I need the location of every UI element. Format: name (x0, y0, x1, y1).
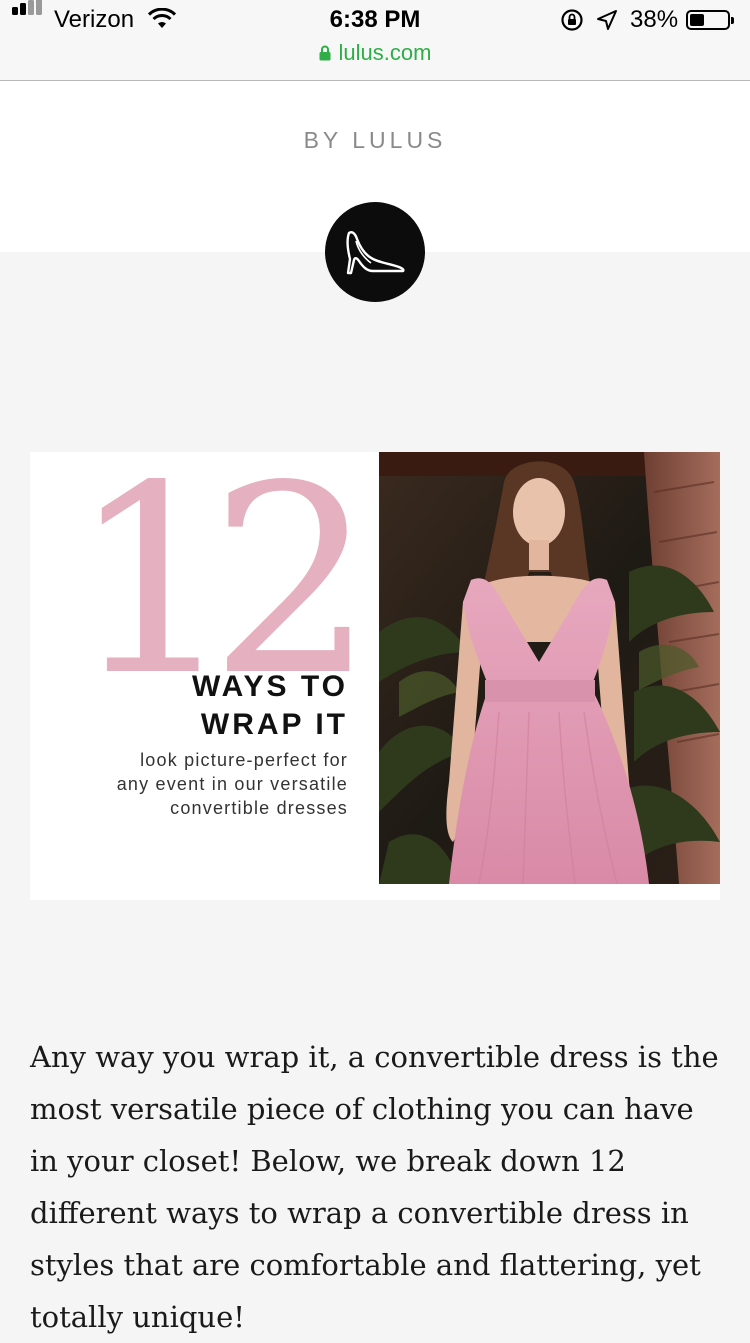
battery-icon (686, 10, 734, 30)
address-bar[interactable]: lulus.com (319, 40, 432, 66)
hero-subtitle-line-3: convertible dresses (170, 798, 348, 818)
hero-photo (379, 452, 720, 884)
url-text: lulus.com (338, 40, 432, 65)
hero-subtitle-line-2: any event in our versatile (116, 774, 348, 794)
high-heel-shoe-icon (346, 231, 405, 275)
rotation-lock-icon (561, 9, 583, 31)
location-arrow-icon (597, 10, 617, 30)
battery-percent: 38% (630, 6, 679, 33)
hero-banner[interactable]: 12 WAYS TO WRAP IT look picture-perfect … (30, 452, 720, 900)
article-intro: Any way you wrap it, a convertible dress… (30, 1040, 719, 1334)
hero-subtitle-line-1: look picture-perfect for (140, 750, 348, 770)
hero-title: WAYS TO WRAP IT (192, 668, 348, 744)
hero-title-line-2: WRAP IT (200, 708, 348, 741)
byline: BY LULUS (303, 127, 447, 153)
category-badge (325, 202, 425, 302)
model-in-pink-dress-image (379, 452, 720, 884)
hero-title-line-1: WAYS TO (191, 670, 348, 703)
status-bar: Verizon 6:38 PM 38% lulus.com (0, 0, 750, 81)
secure-lock-icon (319, 45, 331, 61)
hero-subtitle: look picture-perfect for any event in ou… (117, 748, 348, 820)
